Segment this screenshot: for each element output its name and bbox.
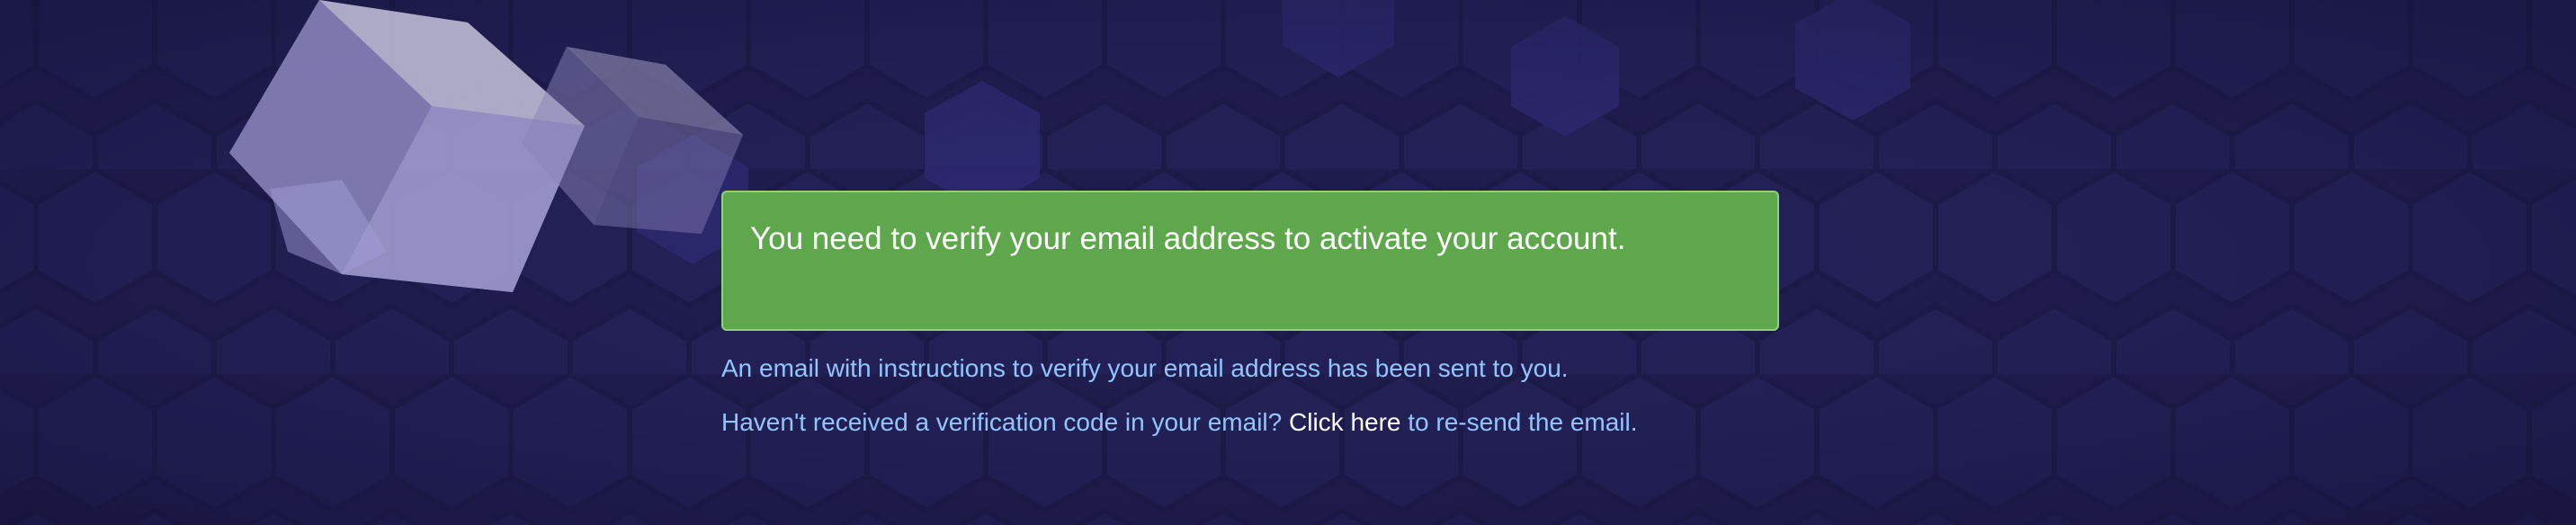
email-sent-message: An email with instructions to verify you…: [721, 354, 1569, 382]
verification-alert-message: You need to verify your email address to…: [750, 221, 1626, 256]
resend-link[interactable]: Click here: [1289, 408, 1400, 436]
resend-suffix: to re-send the email.: [1408, 408, 1638, 436]
verification-content: You need to verify your email address to…: [721, 191, 1779, 439]
resend-message: Haven't received a verification code in …: [721, 406, 1779, 439]
resend-prefix: Haven't received a verification code in …: [721, 408, 1283, 436]
verification-alert: You need to verify your email address to…: [721, 191, 1779, 331]
